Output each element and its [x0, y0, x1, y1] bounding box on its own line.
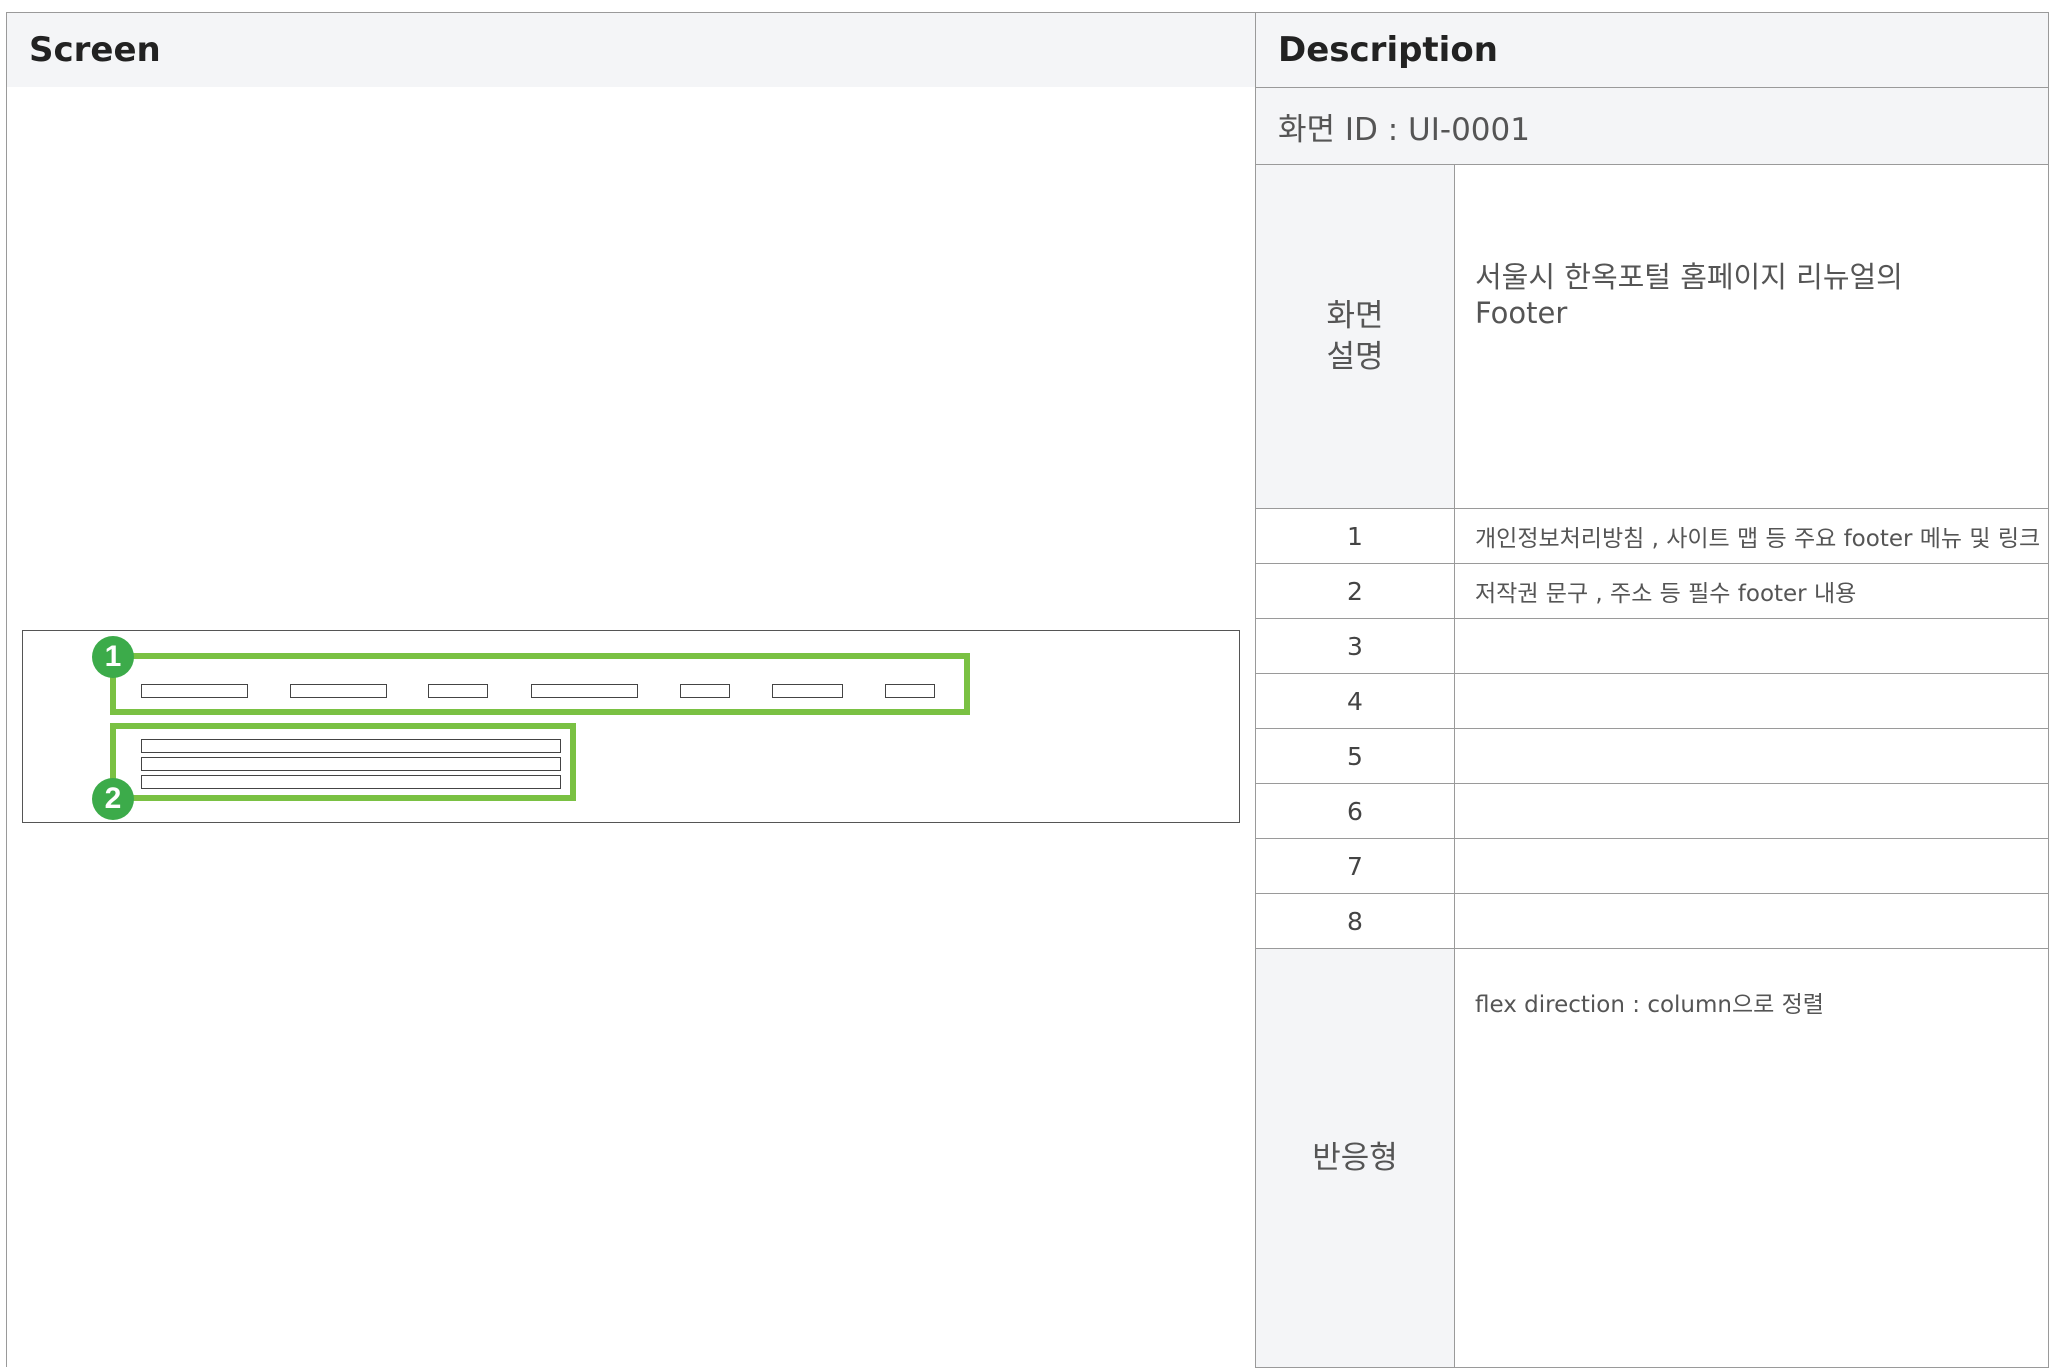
footer-menu-link-placeholder — [680, 684, 730, 698]
screen-desc-label-line1: 화면 — [1326, 298, 1384, 335]
item-number: 3 — [1255, 618, 1455, 674]
responsive-value: flex direction : column으로 정렬 — [1454, 948, 2049, 1368]
item-number: 2 — [1255, 563, 1455, 619]
responsive-label: 반응형 — [1255, 948, 1455, 1368]
screen-desc-label-line2: 설명 — [1326, 338, 1384, 375]
footer-menu-link-placeholder — [772, 684, 843, 698]
item-number: 8 — [1255, 893, 1455, 949]
screen-desc-value: 서울시 한옥포털 홈페이지 리뉴얼의 Footer — [1454, 164, 2049, 509]
item-description — [1454, 728, 2049, 784]
footer-info-line-placeholder — [141, 739, 561, 753]
callout-badge-1: 1 — [92, 636, 134, 678]
item-description: 저작권 문구 , 주소 등 필수 footer 내용 — [1454, 563, 2049, 619]
footer-menu-link-placeholder — [141, 684, 248, 698]
footer-menu-link-placeholder — [885, 684, 935, 698]
screen-id: 화면 ID : UI-0001 — [1255, 87, 2049, 165]
item-description — [1454, 673, 2049, 729]
item-number: 4 — [1255, 673, 1455, 729]
item-number: 6 — [1255, 783, 1455, 839]
item-number: 7 — [1255, 838, 1455, 894]
item-description — [1454, 618, 2049, 674]
footer-info-line-placeholder — [141, 757, 561, 771]
screen-desc-text-line2: Footer — [1475, 296, 1568, 331]
item-description: 개인정보처리방침 , 사이트 맵 등 주요 footer 메뉴 및 링크 — [1454, 508, 2049, 564]
item-description — [1454, 838, 2049, 894]
description-column-header: Description — [1255, 12, 2049, 88]
callout-badge-2: 2 — [92, 778, 134, 820]
ui-spec-sheet: Screen Description 1 2 화면 ID : UI-0001 화… — [0, 0, 2058, 1368]
screen-desc-text-line1: 서울시 한옥포털 홈페이지 리뉴얼의 — [1475, 260, 1903, 294]
footer-info-line-placeholder — [141, 775, 561, 789]
item-number: 1 — [1255, 508, 1455, 564]
screen-desc-label: 화면 설명 — [1255, 164, 1455, 509]
item-description — [1454, 893, 2049, 949]
item-description — [1454, 783, 2049, 839]
footer-menu-link-placeholder — [428, 684, 488, 698]
screen-column-header: Screen — [6, 12, 1256, 88]
item-number: 5 — [1255, 728, 1455, 784]
footer-menu-link-placeholder — [531, 684, 638, 698]
footer-menu-link-placeholder — [290, 684, 387, 698]
